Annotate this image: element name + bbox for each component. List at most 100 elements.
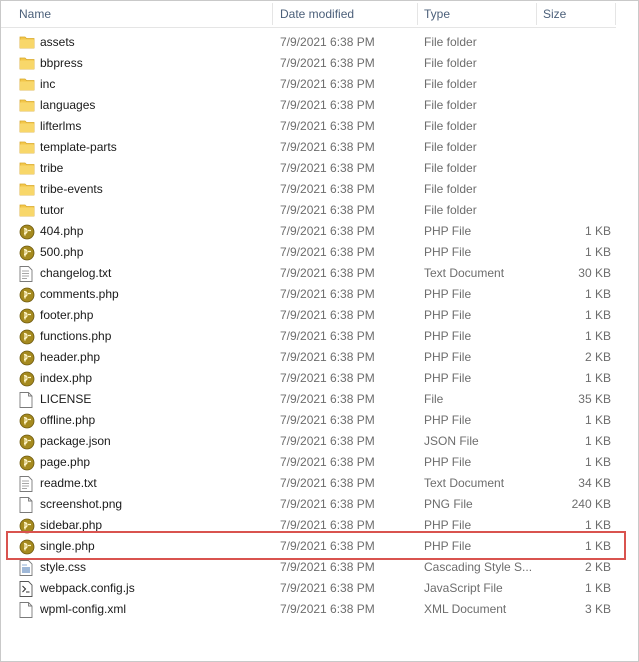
folder-icon xyxy=(19,32,35,53)
file-row[interactable]: tribe 7/9/2021 6:38 PM File folder xyxy=(1,158,616,179)
file-type: PHP File xyxy=(424,350,472,364)
file-name: tribe xyxy=(40,161,64,175)
folder-icon xyxy=(19,74,35,95)
column-header-type[interactable]: Type xyxy=(424,1,450,27)
file-row[interactable]: footer.php 7/9/2021 6:38 PM PHP File 1 KB xyxy=(1,305,616,326)
file-row[interactable]: page.php 7/9/2021 6:38 PM PHP File 1 KB xyxy=(1,452,616,473)
file-type: Text Document xyxy=(424,476,505,490)
file-date-modified: 7/9/2021 6:38 PM xyxy=(280,329,375,343)
column-divider[interactable] xyxy=(417,3,418,25)
file-size: 1 KB xyxy=(584,581,611,595)
file-size xyxy=(542,32,611,53)
file-size: 1 KB xyxy=(584,434,611,448)
file-name: 500.php xyxy=(40,245,84,259)
file-row[interactable]: package.json 7/9/2021 6:38 PM JSON File 1 K… xyxy=(1,431,616,452)
file-size: 2 KB xyxy=(584,560,611,574)
php-file-icon xyxy=(19,347,35,368)
file-size: 34 KB xyxy=(578,476,611,490)
text-file-icon xyxy=(19,263,35,284)
file-date-modified: 7/9/2021 6:38 PM xyxy=(280,602,375,616)
file-row[interactable]: index.php 7/9/2021 6:38 PM PHP File 1 KB xyxy=(1,368,616,389)
file-type: JSON File xyxy=(424,434,479,448)
file-name: comments.php xyxy=(40,287,119,301)
file-type: PHP File xyxy=(424,308,472,322)
file-type: PHP File xyxy=(424,224,472,238)
file-date-modified: 7/9/2021 6:38 PM xyxy=(280,140,375,154)
file-type: Cascading Style S... xyxy=(424,560,533,574)
file-row[interactable]: lifterlms 7/9/2021 6:38 PM File folder xyxy=(1,116,616,137)
php-file-icon xyxy=(19,452,35,473)
file-date-modified: 7/9/2021 6:38 PM xyxy=(280,203,375,217)
file-row[interactable]: tutor 7/9/2021 6:38 PM File folder xyxy=(1,200,616,221)
file-row[interactable]: readme.txt 7/9/2021 6:38 PM Text Document 3… xyxy=(1,473,616,494)
file-type: File folder xyxy=(424,140,477,154)
folder-icon xyxy=(19,158,35,179)
file-date-modified: 7/9/2021 6:38 PM xyxy=(280,560,375,574)
file-size xyxy=(542,53,611,74)
file-row[interactable]: wpml-config.xml 7/9/2021 6:38 PM XML Docum… xyxy=(1,599,616,620)
column-divider[interactable] xyxy=(615,3,616,25)
file-name: lifterlms xyxy=(40,119,82,133)
column-divider[interactable] xyxy=(536,3,537,25)
file-size: 1 KB xyxy=(584,287,611,301)
blank-file-icon xyxy=(19,599,35,620)
file-name: readme.txt xyxy=(40,476,97,490)
file-row[interactable]: template-parts 7/9/2021 6:38 PM File folde… xyxy=(1,137,616,158)
file-type: File folder xyxy=(424,98,477,112)
file-name: tutor xyxy=(40,203,65,217)
php-file-icon xyxy=(19,221,35,242)
file-row[interactable]: webpack.config.js 7/9/2021 6:38 PM JavaScr… xyxy=(1,578,616,599)
file-size: 2 KB xyxy=(584,350,611,364)
php-file-icon xyxy=(19,368,35,389)
file-size: 240 KB xyxy=(571,497,611,511)
file-date-modified: 7/9/2021 6:38 PM xyxy=(280,56,375,70)
file-type: File xyxy=(424,392,444,406)
file-size: 35 KB xyxy=(578,392,611,406)
folder-icon xyxy=(19,179,35,200)
file-size: 3 KB xyxy=(584,602,611,616)
file-row[interactable]: 404.php 7/9/2021 6:38 PM PHP File 1 KB xyxy=(1,221,616,242)
column-header-name[interactable]: Name xyxy=(19,1,51,27)
file-size: 1 KB xyxy=(584,413,611,427)
file-name: wpml-config.xml xyxy=(40,602,127,616)
file-row[interactable]: bbpress 7/9/2021 6:38 PM File folder xyxy=(1,53,616,74)
file-size: 1 KB xyxy=(584,224,611,238)
css-file-icon xyxy=(19,557,35,578)
file-row[interactable]: comments.php 7/9/2021 6:38 PM PHP File 1 KB xyxy=(1,284,616,305)
folder-icon xyxy=(19,95,35,116)
script-file-icon xyxy=(19,578,35,599)
file-row[interactable]: changelog.txt 7/9/2021 6:38 PM Text Docume… xyxy=(1,263,616,284)
file-size: 1 KB xyxy=(584,329,611,343)
file-size: 30 KB xyxy=(578,266,611,280)
file-name: style.css xyxy=(40,560,87,574)
file-name: bbpress xyxy=(40,56,83,70)
file-row[interactable]: tribe-events 7/9/2021 6:38 PM File folder xyxy=(1,179,616,200)
php-file-icon xyxy=(19,410,35,431)
file-size xyxy=(542,95,611,116)
file-name: template-parts xyxy=(40,140,117,154)
file-row[interactable]: style.css 7/9/2021 6:38 PM Cascading Style… xyxy=(1,557,616,578)
file-type: PHP File xyxy=(424,245,472,259)
column-divider[interactable] xyxy=(272,3,273,25)
column-header-size[interactable]: Size xyxy=(543,1,566,27)
file-size: 1 KB xyxy=(584,455,611,469)
file-row[interactable]: 500.php 7/9/2021 6:38 PM PHP File 1 KB xyxy=(1,242,616,263)
file-size xyxy=(542,179,611,200)
file-name: inc xyxy=(40,77,56,91)
file-name: webpack.config.js xyxy=(40,581,135,595)
text-file-icon xyxy=(19,473,35,494)
file-row[interactable]: LICENSE 7/9/2021 6:38 PM File 35 KB xyxy=(1,389,616,410)
file-row[interactable]: inc 7/9/2021 6:38 PM File folder xyxy=(1,74,616,95)
file-row[interactable]: offline.php 7/9/2021 6:38 PM PHP File 1 KB xyxy=(1,410,616,431)
file-row[interactable]: functions.php 7/9/2021 6:38 PM PHP File 1 K… xyxy=(1,326,616,347)
file-row[interactable]: screenshot.png 7/9/2021 6:38 PM PNG File 24… xyxy=(1,494,616,515)
file-size xyxy=(542,137,611,158)
file-row[interactable]: assets 7/9/2021 6:38 PM File folder xyxy=(1,32,616,53)
file-row[interactable]: header.php 7/9/2021 6:38 PM PHP File 2 KB xyxy=(1,347,616,368)
php-file-icon xyxy=(19,242,35,263)
file-date-modified: 7/9/2021 6:38 PM xyxy=(280,497,375,511)
file-name: offline.php xyxy=(40,413,96,427)
file-row[interactable]: languages 7/9/2021 6:38 PM File folder xyxy=(1,95,616,116)
file-name: 404.php xyxy=(40,224,84,238)
column-header-date[interactable]: Date modified xyxy=(280,1,354,27)
